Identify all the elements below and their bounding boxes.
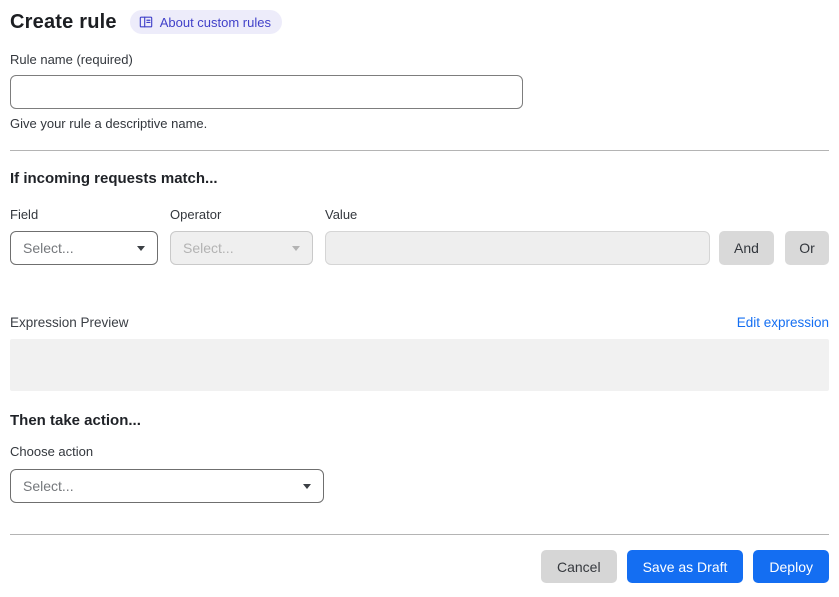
value-label: Value [325, 207, 358, 222]
section-divider [10, 150, 829, 151]
match-section-heading: If incoming requests match... [10, 170, 218, 187]
rule-name-label: Rule name (required) [10, 52, 133, 67]
operator-select-value: Select... [183, 240, 234, 256]
edit-expression-link[interactable]: Edit expression [737, 315, 829, 331]
page-title: Create rule [10, 11, 117, 33]
chevron-down-icon [292, 245, 300, 251]
action-select-value: Select... [23, 478, 74, 494]
rule-name-help: Give your rule a descriptive name. [10, 116, 208, 131]
rule-name-input[interactable] [10, 75, 523, 109]
field-label: Field [10, 207, 39, 222]
chevron-down-icon [303, 483, 311, 489]
deploy-button[interactable]: Deploy [753, 550, 829, 583]
footer-actions: Cancel Save as Draft Deploy [10, 550, 829, 583]
value-input [325, 231, 710, 265]
footer-divider [10, 534, 829, 535]
about-custom-rules-label: About custom rules [159, 14, 271, 30]
field-select[interactable]: Select... [10, 231, 158, 265]
expression-preview-label: Expression Preview [10, 315, 129, 330]
book-icon [139, 15, 153, 29]
about-custom-rules-link[interactable]: About custom rules [129, 10, 282, 34]
save-as-draft-button[interactable]: Save as Draft [626, 550, 744, 583]
action-select[interactable]: Select... [10, 469, 324, 503]
expression-preview-row: Expression Preview Edit expression [10, 315, 829, 331]
or-button[interactable]: Or [785, 231, 829, 265]
operator-label: Operator [170, 207, 222, 222]
operator-select: Select... [170, 231, 313, 265]
and-button[interactable]: And [719, 231, 774, 265]
choose-action-label: Choose action [10, 444, 94, 459]
chevron-down-icon [137, 245, 145, 251]
page-header: Create rule About custom rules [10, 10, 829, 34]
cancel-button[interactable]: Cancel [540, 550, 617, 583]
match-labels-row: Field Operator Value [10, 207, 829, 222]
action-section-heading: Then take action... [10, 412, 141, 429]
create-rule-page: Create rule About custom rules Rule name… [0, 0, 839, 593]
match-controls-row: Select... Select... And Or [10, 231, 829, 265]
field-select-value: Select... [23, 240, 74, 256]
expression-preview-box [10, 339, 829, 391]
